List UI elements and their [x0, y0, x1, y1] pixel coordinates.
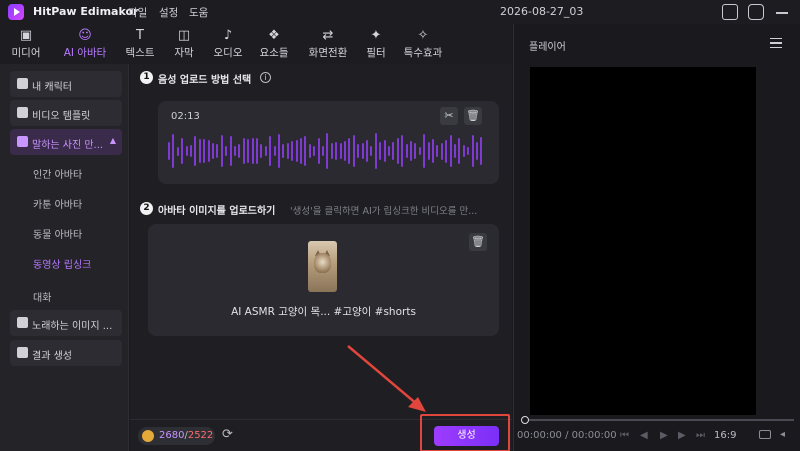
- tab-audio[interactable]: ♪ 오디오: [206, 24, 250, 64]
- sidebar-item-label: 내 캐릭터: [32, 82, 72, 93]
- tab-ai-avatar[interactable]: ☺ AI 아바타: [56, 24, 114, 64]
- tab-media-label: 미디어: [11, 47, 41, 59]
- project-title: 2026-08-27_03: [500, 5, 584, 18]
- volume-icon[interactable]: ◂: [780, 429, 785, 440]
- tab-elements[interactable]: ❖ 요소들: [252, 24, 296, 64]
- prev-frame-icon[interactable]: ⏮: [620, 430, 629, 441]
- player-panel: 플레이어 00:00:00 / 00:00:00 ⏮ ◀ ▶ ▶ ⏭ 16:9 …: [513, 24, 800, 451]
- sidebar-sub-video-lipsync[interactable]: 동영상 립싱크: [33, 256, 91, 271]
- tab-audio-label: 오디오: [213, 47, 243, 59]
- refresh-icon[interactable]: ⟳: [222, 427, 233, 442]
- text-icon: T: [136, 28, 144, 43]
- main-tabs: ▣ 미디어 ☺ AI 아바타 T 텍스트 ◫ 자막 ♪ 오디오 ❖ 요소들 ⇄ …: [0, 24, 512, 64]
- generate-button[interactable]: 생성: [434, 426, 499, 446]
- coin-icon: [142, 430, 154, 442]
- menu-file[interactable]: 파일: [128, 5, 147, 20]
- tab-transition-label: 화면전환: [308, 47, 348, 59]
- aspect-ratio[interactable]: 16:9: [714, 430, 736, 441]
- effects-icon: ✧: [417, 28, 429, 43]
- menu-help[interactable]: 도움: [189, 5, 208, 20]
- next-frame-icon[interactable]: ⏭: [696, 430, 705, 441]
- media-icon: ▣: [19, 28, 33, 43]
- sidebar-sub-human-avatar[interactable]: 인간 아바타: [33, 166, 82, 181]
- sidebar-item-label: 노래하는 이미지 ...: [32, 321, 113, 332]
- tab-ai-avatar-label: AI 아바타: [63, 47, 107, 59]
- bottom-bar: 2680/2522 ⟳ 생성: [130, 414, 512, 451]
- tab-filter[interactable]: ✦ 필터: [358, 24, 394, 64]
- playback-scrubber[interactable]: [521, 416, 794, 424]
- scrubber-handle[interactable]: [521, 416, 529, 424]
- singing-image-icon: [17, 317, 28, 328]
- sidebar-sub-animal-avatar[interactable]: 동물 아바타: [33, 226, 82, 241]
- character-icon: [17, 78, 28, 89]
- template-icon: [17, 107, 28, 118]
- camera-icon[interactable]: [759, 430, 771, 439]
- tab-effects-label: 특수효과: [403, 47, 443, 59]
- avatar-icon: ☺: [78, 28, 92, 43]
- layout-icon[interactable]: [722, 4, 738, 20]
- sidebar-sub-cartoon-avatar[interactable]: 카툰 아바타: [33, 196, 82, 211]
- play-icon[interactable]: ▶: [660, 430, 668, 441]
- sidebar-item-my-character[interactable]: 내 캐릭터: [10, 71, 122, 97]
- tab-text-label: 텍스트: [125, 47, 155, 59]
- tab-transition[interactable]: ⇄ 화면전환: [300, 24, 356, 64]
- tab-subtitle-label: 자막: [174, 47, 194, 59]
- feedback-icon[interactable]: [748, 4, 764, 20]
- transition-icon: ⇄: [322, 28, 334, 43]
- credits-used: 2680: [159, 430, 185, 441]
- video-viewport: [530, 67, 756, 415]
- photo-icon: [17, 136, 28, 147]
- highlight-box: 생성: [420, 414, 510, 451]
- sidebar-item-generate-result[interactable]: 결과 생성: [10, 340, 122, 366]
- sidebar: 내 캐릭터 비디오 템플릿 말하는 사진 만... ▲ 인간 아바타 카툰 아바…: [0, 64, 129, 451]
- time-readout: 00:00:00 / 00:00:00: [517, 430, 617, 441]
- elements-icon: ❖: [268, 28, 280, 43]
- sidebar-item-talking-photo[interactable]: 말하는 사진 만... ▲: [10, 129, 122, 155]
- tab-media[interactable]: ▣ 미디어: [4, 24, 48, 64]
- credits-text: 2680/2522: [159, 430, 213, 441]
- center-panel: 1 음성 업로드 방법 선택 i 02:13 ✂ 🗑 2 아바타 이미지를 업로…: [130, 64, 512, 451]
- sidebar-sub-conversation[interactable]: 대화: [33, 289, 51, 304]
- step-forward-icon[interactable]: ▶: [678, 430, 686, 441]
- tab-effects[interactable]: ✧ 특수효과: [398, 24, 448, 64]
- step-back-icon[interactable]: ◀: [640, 430, 648, 441]
- sidebar-item-label: 말하는 사진 만...: [32, 140, 104, 151]
- hamburger-menu-icon[interactable]: [770, 38, 782, 48]
- menu-settings[interactable]: 설정: [159, 5, 178, 20]
- sidebar-item-singing-image[interactable]: 노래하는 이미지 ...: [10, 310, 122, 336]
- subtitle-icon: ◫: [177, 28, 191, 43]
- sparkle-icon: ✦: [370, 28, 382, 43]
- music-note-icon: ♪: [223, 28, 233, 43]
- app-logo-icon: [8, 4, 24, 20]
- red-arrow-annotation: [347, 345, 426, 412]
- app-name: HitPaw Edimakor: [33, 5, 139, 18]
- tab-subtitle[interactable]: ◫ 자막: [164, 24, 204, 64]
- credits-total: 2522: [187, 430, 214, 441]
- tab-filter-label: 필터: [366, 47, 386, 59]
- title-bar: HitPaw Edimakor 파일 설정 도움 2026-08-27_03: [0, 0, 800, 24]
- tab-elements-label: 요소들: [259, 47, 289, 59]
- player-title: 플레이어: [529, 42, 566, 53]
- sidebar-item-label: 결과 생성: [32, 351, 72, 362]
- chevron-up-icon: ▲: [109, 136, 116, 145]
- minimize-icon[interactable]: [774, 4, 790, 20]
- sidebar-item-label: 비디오 템플릿: [32, 111, 91, 122]
- sidebar-item-video-template[interactable]: 비디오 템플릿: [10, 100, 122, 126]
- play-icon: [17, 347, 28, 358]
- tab-text[interactable]: T 텍스트: [118, 24, 162, 64]
- credits-badge: 2680/2522: [138, 427, 215, 445]
